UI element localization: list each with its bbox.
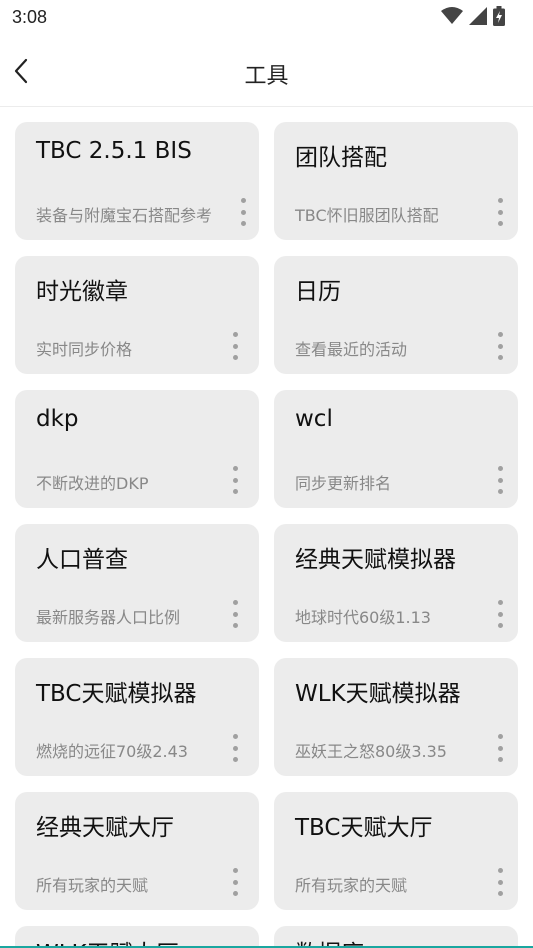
dot <box>232 466 238 471</box>
tool-card-title: dkp <box>36 406 79 432</box>
dot <box>497 611 503 617</box>
tool-card[interactable]: TBC 2.5.1 BIS 装备与附魔宝石搭配参考 <box>15 122 259 240</box>
page-title: 工具 <box>244 64 289 89</box>
more-options-button[interactable] <box>496 332 504 360</box>
dot <box>497 891 503 896</box>
more-options-button[interactable] <box>496 600 504 628</box>
dot <box>232 757 238 762</box>
tool-card[interactable]: 时光徽章 实时同步价格 <box>15 256 259 374</box>
tool-card-title: 经典天赋模拟器 <box>295 547 456 573</box>
dot <box>232 332 238 337</box>
tool-card[interactable]: wcl 同步更新排名 <box>274 390 518 508</box>
tool-card[interactable]: TBC天赋大厅 所有玩家的天赋 <box>274 792 518 910</box>
wifi-icon <box>441 7 463 24</box>
tool-card-subtitle: 查看最近的活动 <box>295 340 408 359</box>
dot <box>497 868 503 873</box>
dot <box>497 466 503 471</box>
dot <box>240 198 246 203</box>
tool-card-title: TBC天赋大厅 <box>295 815 433 841</box>
tool-card-subtitle: 实时同步价格 <box>36 340 133 359</box>
dot <box>232 868 238 873</box>
dot <box>232 600 238 605</box>
status-bar: 3:08 <box>0 0 533 36</box>
tool-card-title: 时光徽章 <box>36 279 128 305</box>
tool-card-title: 经典天赋大厅 <box>36 815 174 841</box>
dot <box>240 221 246 226</box>
more-options-button[interactable] <box>239 198 247 226</box>
tool-card-subtitle: 同步更新排名 <box>295 474 392 493</box>
tool-card[interactable]: WLK天赋大厅 <box>15 926 259 946</box>
tool-card-subtitle: TBC怀旧服团队搭配 <box>295 206 439 225</box>
tool-card[interactable]: 日历 查看最近的活动 <box>274 256 518 374</box>
more-options-button[interactable] <box>496 466 504 494</box>
tool-card[interactable]: TBC天赋模拟器 燃烧的远征70级2.43 <box>15 658 259 776</box>
tool-card-title: TBC 2.5.1 BIS <box>36 138 192 164</box>
battery-icon <box>493 6 505 26</box>
dot <box>497 734 503 739</box>
tool-card-subtitle: 地球时代60级1.13 <box>295 608 431 627</box>
dot <box>497 221 503 226</box>
tool-card-subtitle: 燃烧的远征70级2.43 <box>36 742 188 761</box>
dot <box>497 355 503 360</box>
tool-card-title: WLK天赋模拟器 <box>295 681 461 707</box>
tool-card-title: wcl <box>295 406 333 432</box>
dot <box>240 209 246 215</box>
tool-card[interactable]: 经典天赋模拟器 地球时代60级1.13 <box>274 524 518 642</box>
dot <box>497 745 503 751</box>
signal-icon <box>469 7 487 25</box>
more-options-button[interactable] <box>496 868 504 896</box>
tool-card[interactable]: 团队搭配 TBC怀旧服团队搭配 <box>274 122 518 240</box>
tool-card-subtitle: 所有玩家的天赋 <box>36 876 149 895</box>
tool-card-title: 人口普查 <box>36 547 128 573</box>
dot <box>232 734 238 739</box>
tool-card-title: 团队搭配 <box>295 145 387 171</box>
app-bar: 工具 <box>0 36 533 107</box>
tool-card[interactable]: dkp 不断改进的DKP <box>15 390 259 508</box>
more-options-button[interactable] <box>496 734 504 762</box>
dot <box>497 489 503 494</box>
tool-card[interactable]: WLK天赋模拟器 巫妖王之怒80级3.35 <box>274 658 518 776</box>
dot <box>497 343 503 349</box>
dot <box>232 611 238 617</box>
more-options-button[interactable] <box>231 734 239 762</box>
more-options-button[interactable] <box>496 198 504 226</box>
dot <box>497 757 503 762</box>
tool-card[interactable]: 数据库 <box>274 926 518 946</box>
dot <box>497 198 503 203</box>
dot <box>232 355 238 360</box>
tool-card[interactable]: 人口普查 最新服务器人口比例 <box>15 524 259 642</box>
dot <box>232 745 238 751</box>
dot <box>497 477 503 483</box>
more-options-button[interactable] <box>231 466 239 494</box>
dot <box>232 879 238 885</box>
tool-card-title: 数据库 <box>295 934 364 946</box>
status-time: 3:08 <box>12 7 48 27</box>
tool-card-subtitle: 最新服务器人口比例 <box>36 608 181 627</box>
dot <box>232 489 238 494</box>
dot <box>497 209 503 215</box>
tool-card-subtitle: 不断改进的DKP <box>36 474 149 493</box>
dot <box>232 623 238 628</box>
tool-card-title: TBC天赋模拟器 <box>36 681 197 707</box>
more-options-button[interactable] <box>231 600 239 628</box>
tool-card-subtitle: 所有玩家的天赋 <box>295 876 408 895</box>
tool-card-subtitle: 巫妖王之怒80级3.35 <box>295 742 447 761</box>
dot <box>497 332 503 337</box>
dot <box>497 600 503 605</box>
tool-card-title: WLK天赋大厅 <box>36 934 179 946</box>
tool-card-title: 日历 <box>295 279 341 305</box>
more-options-button[interactable] <box>231 332 239 360</box>
tool-card-subtitle: 装备与附魔宝石搭配参考 <box>36 206 213 225</box>
dot <box>497 879 503 885</box>
status-icons <box>441 6 505 26</box>
dot <box>232 343 238 349</box>
dot <box>232 477 238 483</box>
dot <box>232 891 238 896</box>
dot <box>497 623 503 628</box>
more-options-button[interactable] <box>231 868 239 896</box>
tool-card[interactable]: 经典天赋大厅 所有玩家的天赋 <box>15 792 259 910</box>
